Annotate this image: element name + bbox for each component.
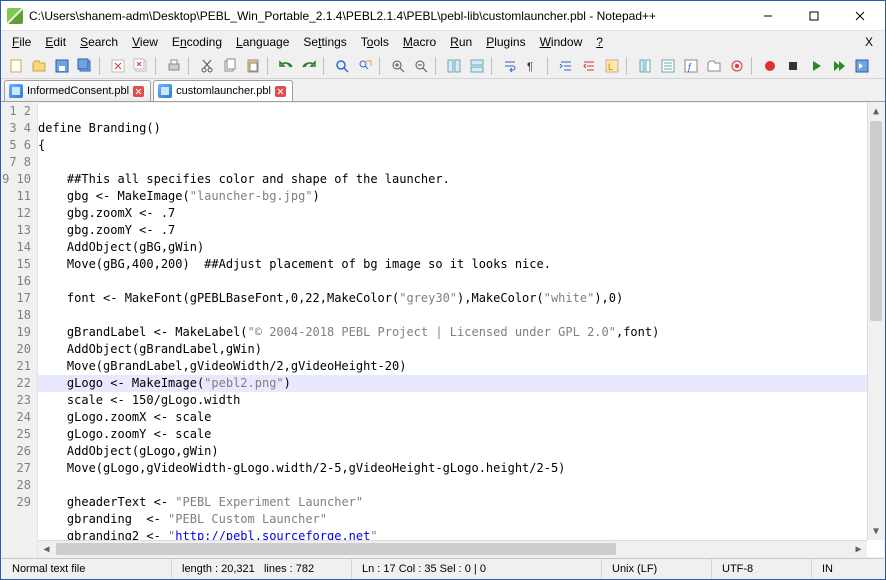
print-button[interactable] [163,55,185,77]
menu-language[interactable]: Language [229,33,296,51]
scroll-down-icon[interactable]: ▼ [868,523,884,540]
monitoring-button[interactable] [726,55,748,77]
play-macro-button[interactable] [805,55,827,77]
menu-extra-x[interactable]: X [857,33,881,51]
wordwrap-button[interactable] [499,55,521,77]
doc-map-button[interactable] [634,55,656,77]
maximize-button[interactable] [791,1,837,30]
scroll-thumb[interactable] [56,543,616,555]
menu-view[interactable]: View [125,33,165,51]
toolbar: ¶ L ƒ [1,53,885,79]
tab-bar: InformedConsent.pbl customlauncher.pbl [1,79,885,102]
status-bar: Normal text file length : 20,321 lines :… [2,558,884,579]
tab-close-icon[interactable] [133,86,144,97]
menu-run[interactable]: Run [443,33,479,51]
close-all-button[interactable] [130,55,152,77]
scroll-up-icon[interactable]: ▲ [868,103,884,120]
cut-button[interactable] [196,55,218,77]
find-button[interactable] [331,55,353,77]
outdent-button[interactable] [578,55,600,77]
app-icon [7,8,23,24]
all-chars-button[interactable]: ¶ [522,55,544,77]
menu-file[interactable]: File [5,33,38,51]
menu-encoding[interactable]: Encoding [165,33,229,51]
udl-button[interactable]: L [601,55,623,77]
status-ins[interactable]: IN [812,559,884,579]
tab-label: InformedConsent.pbl [27,85,129,97]
zoom-in-button[interactable] [387,55,409,77]
tab-customlauncher[interactable]: customlauncher.pbl [153,80,293,101]
menu-search[interactable]: Search [73,33,125,51]
menu-bar: File Edit Search View Encoding Language … [1,31,885,53]
new-file-button[interactable] [5,55,27,77]
folder-workspace-button[interactable] [703,55,725,77]
scroll-thumb[interactable] [870,121,882,321]
file-icon [158,84,172,98]
code-area[interactable]: define Branding() { ##This all specifies… [38,103,884,557]
status-position: Ln : 17 Col : 35 Sel : 0 | 0 [352,559,602,579]
tab-label: customlauncher.pbl [176,85,271,97]
title-bar: C:\Users\shanem-adm\Desktop\PEBL_Win_Por… [1,1,885,31]
close-file-button[interactable] [107,55,129,77]
save-macro-button[interactable] [851,55,873,77]
menu-settings[interactable]: Settings [296,33,353,51]
menu-window[interactable]: Window [533,33,590,51]
sync-v-button[interactable] [443,55,465,77]
play-multi-button[interactable] [828,55,850,77]
editor: 1 2 3 4 5 6 7 8 9 10 11 12 13 14 15 16 1… [2,103,884,557]
save-button[interactable] [51,55,73,77]
redo-button[interactable] [298,55,320,77]
sync-h-button[interactable] [466,55,488,77]
menu-tools[interactable]: Tools [354,33,396,51]
menu-edit[interactable]: Edit [38,33,73,51]
record-macro-button[interactable] [759,55,781,77]
status-encoding[interactable]: UTF-8 [712,559,812,579]
tab-close-icon[interactable] [275,86,286,97]
copy-button[interactable] [219,55,241,77]
zoom-out-button[interactable] [410,55,432,77]
menu-help[interactable]: ? [589,33,610,51]
scrollbar-horizontal[interactable]: ◀ ▶ [38,540,867,557]
undo-button[interactable] [275,55,297,77]
status-length: length : 20,321 lines : 782 [172,559,352,579]
scroll-left-icon[interactable]: ◀ [38,541,55,557]
replace-button[interactable] [354,55,376,77]
tab-informedconsent[interactable]: InformedConsent.pbl [4,80,151,101]
svg-text:L: L [608,62,613,72]
minimize-button[interactable] [745,1,791,30]
status-filetype: Normal text file [2,559,172,579]
scrollbar-vertical[interactable]: ▲ ▼ [867,103,884,540]
function-list-button[interactable]: ƒ [680,55,702,77]
stop-macro-button[interactable] [782,55,804,77]
close-button[interactable] [837,1,883,30]
menu-macro[interactable]: Macro [396,33,443,51]
line-gutter: 1 2 3 4 5 6 7 8 9 10 11 12 13 14 15 16 1… [2,103,38,557]
save-all-button[interactable] [74,55,96,77]
status-eol[interactable]: Unix (LF) [602,559,712,579]
svg-text:ƒ: ƒ [687,62,693,73]
scroll-right-icon[interactable]: ▶ [850,541,867,557]
menu-plugins[interactable]: Plugins [479,33,532,51]
window-title: C:\Users\shanem-adm\Desktop\PEBL_Win_Por… [29,9,745,23]
doc-list-button[interactable] [657,55,679,77]
svg-text:¶: ¶ [527,61,533,73]
paste-button[interactable] [242,55,264,77]
open-file-button[interactable] [28,55,50,77]
file-icon [9,84,23,98]
indent-guide-button[interactable] [555,55,577,77]
